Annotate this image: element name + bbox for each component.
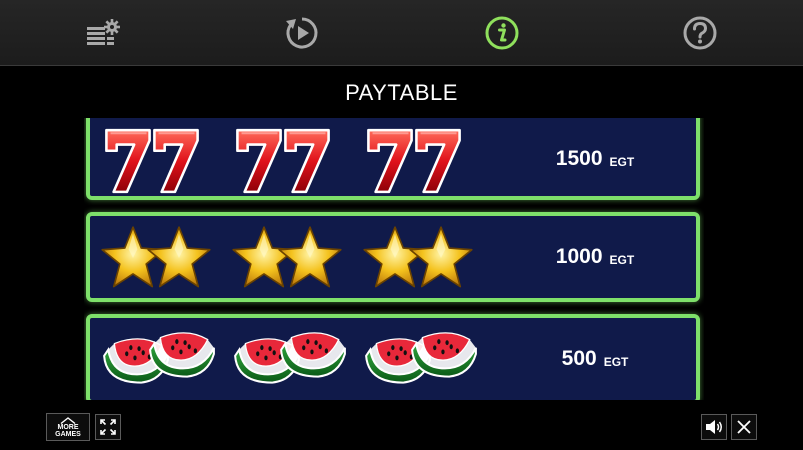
top-toolbar xyxy=(0,0,803,66)
more-games-button[interactable]: MORE GAMES xyxy=(46,413,90,441)
more-games-label: GAMES xyxy=(55,430,81,438)
watermelon-icon xyxy=(231,320,351,400)
info-button[interactable] xyxy=(482,14,522,52)
star-icon xyxy=(100,218,220,298)
autoplay-button[interactable] xyxy=(282,14,322,52)
lucky-seven-icon xyxy=(362,120,482,200)
payout: 1500 EGT xyxy=(520,118,670,200)
paytable-row-star: 1000 EGT xyxy=(86,212,700,302)
fullscreen-button[interactable] xyxy=(95,414,121,440)
paytable-row-seven: 1500 EGT xyxy=(86,118,700,200)
watermelon-icon xyxy=(362,320,482,400)
payout-amount: 500 xyxy=(561,347,597,370)
payout-currency: EGT xyxy=(603,355,629,369)
help-button[interactable] xyxy=(680,14,720,52)
speaker-icon xyxy=(706,420,722,434)
replay-icon xyxy=(286,17,318,49)
question-icon xyxy=(683,16,717,50)
close-button[interactable] xyxy=(731,414,757,440)
payout-currency: EGT xyxy=(609,155,635,169)
payout-currency: EGT xyxy=(609,253,635,267)
payout-amount: 1500 xyxy=(555,147,603,170)
more-games-label: MORE xyxy=(57,423,79,431)
symbol-group xyxy=(100,120,500,200)
fullscreen-icon xyxy=(100,419,116,435)
star-icon xyxy=(362,218,482,298)
watermelon-icon xyxy=(100,320,220,400)
home-roof-icon xyxy=(60,416,76,424)
close-icon xyxy=(737,420,751,434)
paytable-row-watermelon: 500 EGT xyxy=(86,314,700,400)
stack-gear-icon xyxy=(87,19,120,45)
payout-amount: 1000 xyxy=(555,245,603,268)
star-icon xyxy=(231,218,351,298)
paytable-title: PAYTABLE xyxy=(345,80,458,105)
payout: 1000 EGT xyxy=(520,216,670,298)
info-icon xyxy=(485,16,519,50)
paytable-settings-button[interactable] xyxy=(84,14,124,52)
paytable-list[interactable]: 1500 EGT 1000 EGT 500 EGT xyxy=(84,118,704,400)
sound-button[interactable] xyxy=(701,414,727,440)
symbol-group xyxy=(100,218,500,298)
payout: 500 EGT xyxy=(520,318,670,400)
symbol-group xyxy=(100,320,500,400)
lucky-seven-icon xyxy=(100,120,220,200)
lucky-seven-icon xyxy=(231,120,351,200)
